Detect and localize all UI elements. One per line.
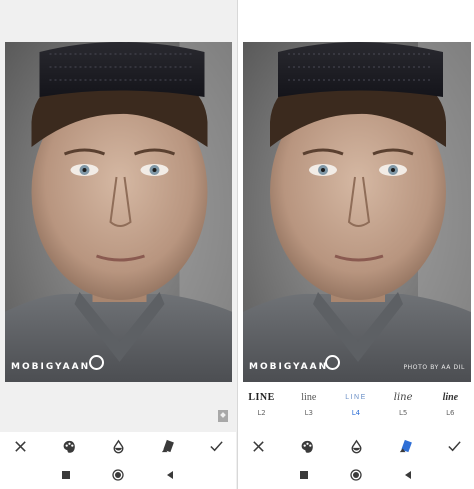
photo-credit: PHOTO BY AA DIL (403, 364, 465, 371)
left-screen: MOBIGYAAN (0, 0, 237, 489)
style-sample: line (442, 391, 459, 403)
watermark-text: MOBIGYAAN (249, 362, 329, 372)
style-sample: LINE (345, 393, 367, 401)
ring-icon (89, 355, 104, 370)
portrait-image (243, 42, 471, 382)
style-sample: line (301, 391, 317, 403)
style-label: L2 (257, 409, 266, 417)
system-nav-bar (238, 460, 474, 489)
photo-canvas[interactable]: MOBIGYAAN (5, 42, 232, 382)
close-icon[interactable] (10, 436, 30, 456)
stop-icon[interactable] (59, 468, 73, 482)
palette-icon[interactable] (59, 436, 79, 456)
check-icon[interactable] (206, 436, 226, 456)
check-icon[interactable] (444, 436, 464, 456)
watermark-text: MOBIGYAAN (11, 362, 91, 372)
style-sample: LINE (248, 391, 275, 403)
back-icon[interactable] (163, 468, 177, 482)
style-label: L4 (351, 409, 361, 417)
bottom-toolbar (238, 432, 474, 460)
ring-icon (325, 355, 340, 370)
drop-icon[interactable] (346, 436, 366, 456)
home-icon[interactable] (111, 468, 125, 482)
style-label: L5 (398, 409, 408, 417)
palette-icon[interactable] (297, 436, 317, 456)
style-label: L6 (446, 409, 455, 417)
system-nav-bar (0, 460, 236, 489)
text-style-l2[interactable]: LINE L2 (242, 386, 282, 430)
stop-icon[interactable] (297, 468, 311, 482)
drop-icon[interactable] (108, 436, 128, 456)
style-sample: line (393, 391, 413, 403)
text-style-l3[interactable]: line L3 (289, 386, 329, 430)
text-style-l4[interactable]: LINE L4 (336, 386, 376, 430)
bookmark-star-icon[interactable] (218, 410, 228, 422)
text-style-l5[interactable]: line L5 (383, 386, 423, 430)
portrait-image (5, 42, 232, 382)
style-label: L3 (304, 409, 313, 417)
style-icon[interactable] (157, 436, 177, 456)
text-style-picker: LINE L2 line L3 LINE L4 line L5 line L6 (238, 386, 474, 430)
back-icon[interactable] (401, 468, 415, 482)
home-icon[interactable] (349, 468, 363, 482)
style-icon-active[interactable] (395, 436, 415, 456)
bottom-toolbar (0, 432, 236, 460)
right-screen: MOBIGYAAN PHOTO BY AA DIL LINE L2 line L… (237, 0, 474, 489)
text-style-l6[interactable]: line L6 (430, 386, 470, 430)
photo-canvas[interactable]: MOBIGYAAN PHOTO BY AA DIL (243, 42, 471, 382)
close-icon[interactable] (248, 436, 268, 456)
